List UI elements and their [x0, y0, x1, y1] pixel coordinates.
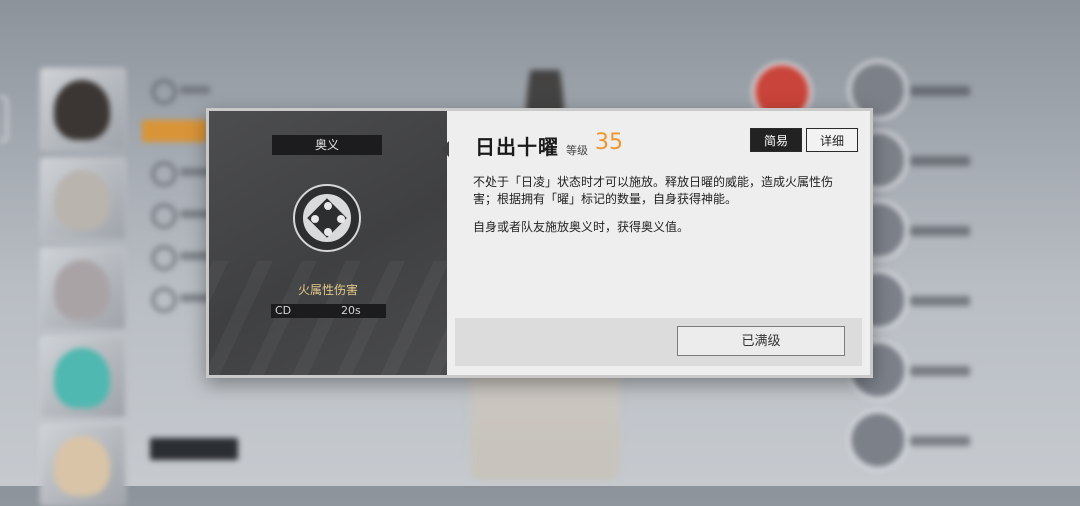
cooldown-value: 20s: [341, 304, 361, 317]
skill-node-6[interactable]: [848, 410, 908, 470]
skill-emblem-icon: [293, 184, 361, 252]
character-card-4[interactable]: [40, 336, 126, 418]
side-tab-handle[interactable]: [0, 96, 8, 142]
skill-node-label-4: [910, 296, 970, 306]
menu-icon-6[interactable]: [152, 288, 176, 312]
skill-node-label-6: [910, 436, 970, 446]
level-value: 35: [595, 130, 623, 155]
skill-node-label-3: [910, 226, 970, 236]
cooldown-label: CD: [275, 304, 292, 317]
skill-summary-panel: 奥义 火属性伤害 CD 20s: [209, 111, 447, 375]
cooldown-bar: CD 20s: [271, 304, 386, 318]
character-card-3[interactable]: [40, 248, 126, 330]
character-card-1[interactable]: [40, 68, 126, 150]
menu-icon-4[interactable]: [152, 204, 176, 228]
detail-mode-button[interactable]: 详细: [806, 128, 858, 152]
simple-mode-button[interactable]: 简易: [750, 128, 802, 152]
menu-active-highlight: [142, 120, 208, 142]
menu-icon-3[interactable]: [152, 162, 176, 186]
menu-icon-5[interactable]: [152, 246, 176, 270]
bottom-toggle[interactable]: [150, 438, 238, 460]
skill-node-label-1: [910, 86, 970, 96]
skill-node-label-2: [910, 156, 970, 166]
skill-description-extra: 自身或者队友施放奥义时，获得奥义值。: [473, 220, 690, 234]
skill-name: 日出十曜: [475, 135, 559, 159]
skill-node-label-5: [910, 366, 970, 376]
character-card-2[interactable]: [40, 158, 126, 240]
skill-detail-panel: 日出十曜 等级 35 简易 详细 不处于「日凌」状态时才可以施放。释放日曜的威能…: [447, 111, 870, 375]
damage-type-label: 火属性伤害: [297, 283, 358, 297]
skill-description-main: 不处于「日凌」状态时才可以施放。释放日曜的威能，造成火属性伤害；根据拥有「曜」标…: [473, 175, 834, 206]
skill-category-tag: 奥义: [272, 135, 382, 155]
skill-detail-dialog: 奥义 火属性伤害 CD 20s 日出十曜 等级 35 简易 详细 不处于「日凌」…: [206, 108, 873, 378]
max-level-button[interactable]: 已满级: [677, 326, 845, 356]
character-card-5[interactable]: [40, 424, 126, 506]
menu-label-1: [180, 86, 210, 94]
level-label: 等级: [566, 144, 588, 157]
menu-icon-1[interactable]: [152, 80, 176, 104]
dialog-footer: 已满级: [455, 318, 862, 366]
